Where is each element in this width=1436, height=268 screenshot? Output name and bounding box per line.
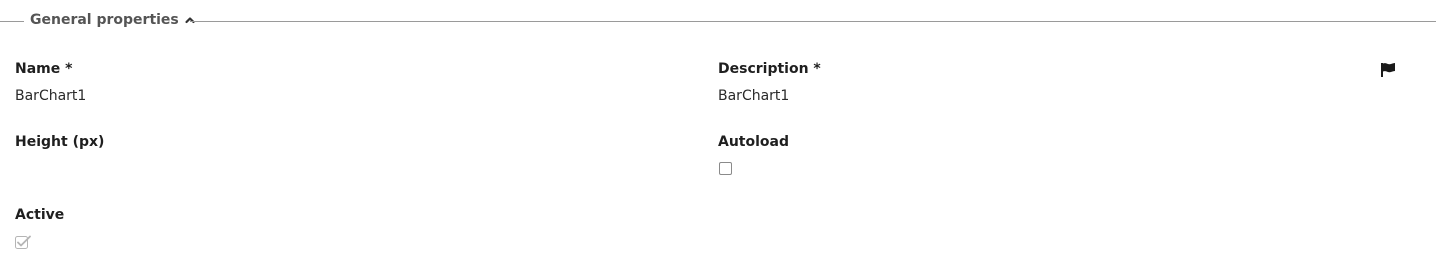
flag-icon[interactable] bbox=[1379, 61, 1397, 79]
chevron-up-icon bbox=[185, 17, 195, 24]
description-value[interactable]: BarChart1 bbox=[718, 88, 789, 104]
section-header: General properties bbox=[0, 11, 1436, 31]
active-label: Active bbox=[15, 207, 65, 223]
autoload-checkbox[interactable] bbox=[719, 162, 732, 175]
section-title: General properties bbox=[30, 12, 179, 28]
active-checkbox bbox=[15, 235, 31, 249]
name-value[interactable]: BarChart1 bbox=[15, 88, 86, 104]
divider-right bbox=[190, 21, 1436, 22]
name-label: Name * bbox=[15, 61, 73, 77]
divider-left bbox=[0, 21, 24, 22]
description-label: Description * bbox=[718, 61, 821, 77]
autoload-label: Autoload bbox=[718, 134, 789, 150]
height-label: Height (px) bbox=[15, 134, 105, 150]
section-toggle[interactable]: General properties bbox=[30, 12, 196, 28]
